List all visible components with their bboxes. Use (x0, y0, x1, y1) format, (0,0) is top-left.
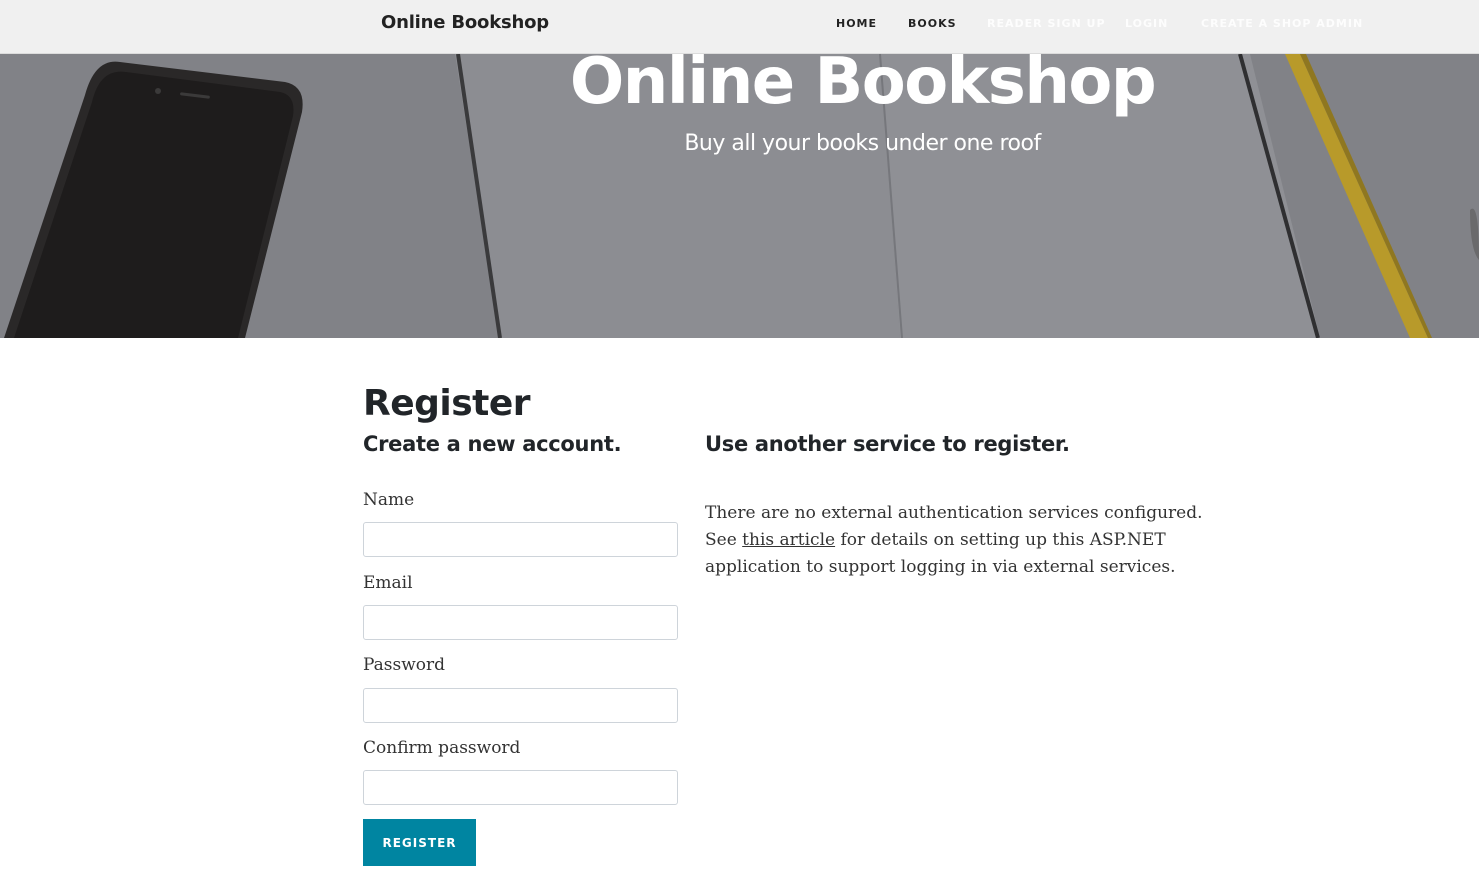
external-auth-info: There are no external authentication ser… (705, 500, 1205, 581)
name-input[interactable] (363, 522, 678, 557)
name-label: Name (363, 490, 415, 510)
form-heading: Create a new account. (363, 432, 622, 456)
confirm-password-input[interactable] (363, 770, 678, 805)
password-label: Password (363, 655, 446, 675)
nav-link-login[interactable]: Login (1125, 17, 1168, 30)
nav-link-books[interactable]: Books (908, 17, 957, 30)
hero-title: Online Bookshop (569, 45, 1157, 119)
nav-link-create-shop-admin[interactable]: Create a shop admin (1201, 17, 1363, 30)
external-heading: Use another service to register. (705, 432, 1070, 456)
nav-link-reader-sign-up[interactable]: Reader Sign up (987, 17, 1106, 30)
email-label: Email (363, 573, 413, 593)
navbar-brand[interactable]: Online Bookshop (381, 12, 549, 33)
nav-link-home[interactable]: Home (836, 17, 877, 30)
page-title: Register (363, 383, 531, 424)
password-input[interactable] (363, 688, 678, 723)
register-button[interactable]: Register (363, 819, 476, 866)
top-navbar: Online Bookshop Home Books Reader Sign u… (0, 0, 1479, 54)
this-article-link[interactable]: this article (742, 530, 835, 550)
confirm-password-label: Confirm password (363, 738, 521, 758)
email-input[interactable] (363, 605, 678, 640)
hero-subtitle: Buy all your books under one roof (684, 131, 1041, 156)
